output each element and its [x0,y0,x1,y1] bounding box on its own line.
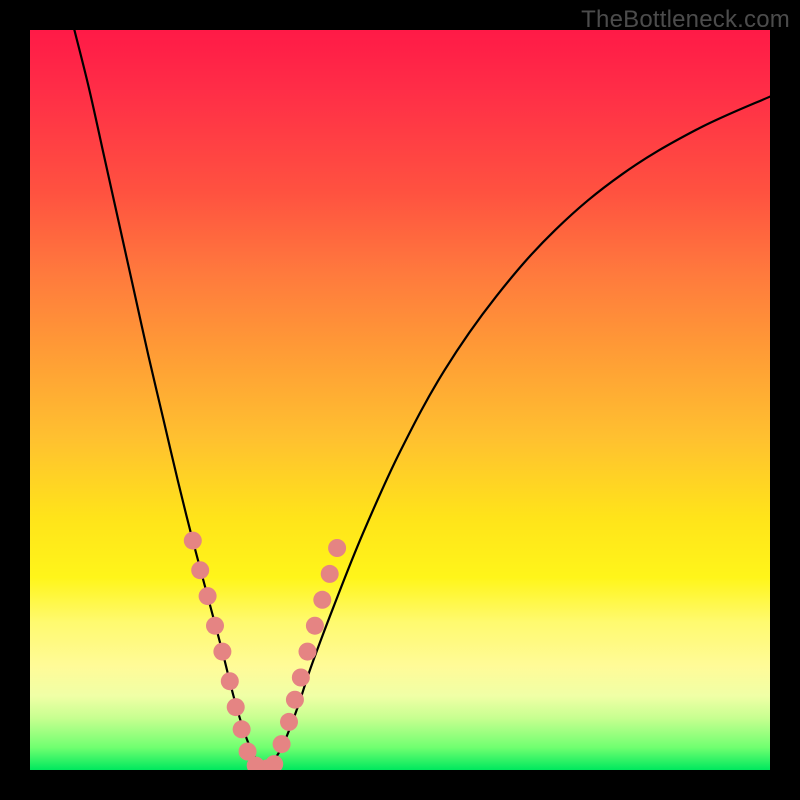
knee-dot [221,672,239,690]
chart-overlay-svg [30,30,770,770]
knee-dot [213,643,231,661]
knee-dots-group [184,532,346,770]
watermark-text: TheBottleneck.com [581,6,790,34]
knee-dot [227,698,245,716]
knee-dot [184,532,202,550]
knee-dot [280,713,298,731]
knee-dot [265,755,283,770]
knee-dot [233,720,251,738]
knee-dot [328,539,346,557]
knee-dot [292,669,310,687]
right-curve [267,97,770,770]
chart-area [30,30,770,770]
left-curve [74,30,266,770]
knee-dot [206,617,224,635]
knee-dot [273,735,291,753]
knee-dot [286,691,304,709]
knee-dot [191,561,209,579]
knee-dot [199,587,217,605]
knee-dot [306,617,324,635]
viewport: TheBottleneck.com [0,0,800,800]
knee-dot [313,591,331,609]
knee-dot [299,643,317,661]
knee-dot [321,565,339,583]
